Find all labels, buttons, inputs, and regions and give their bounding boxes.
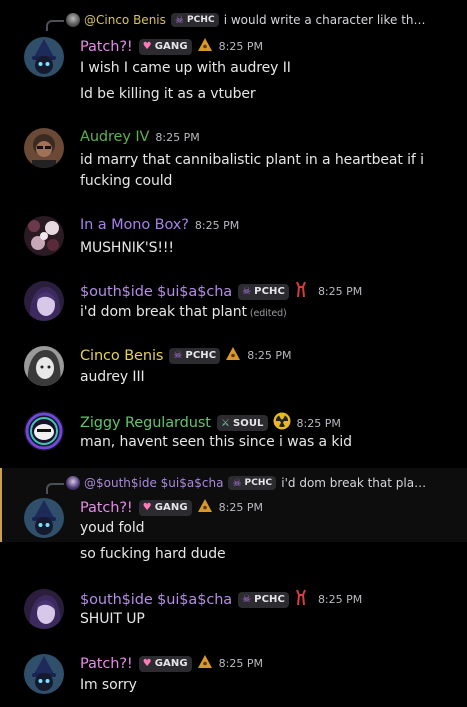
triangle-eye-icon [197, 654, 213, 673]
reply-avatar [66, 476, 80, 490]
avatar-south[interactable] [24, 589, 64, 629]
reply-author[interactable]: @$outh$ide $ui$a$cha [84, 476, 223, 490]
role-tag: ☠ PCHC [169, 347, 221, 364]
role-tag: ♥ GANG [138, 499, 192, 516]
reply-avatar [66, 13, 80, 27]
timestamp: 8:25 PM [218, 657, 263, 670]
avatar-patch[interactable] [24, 498, 64, 538]
avatar-south[interactable] [24, 281, 64, 321]
message-text: SHUIT UP [80, 611, 145, 627]
sword-icon: ⚔ [220, 417, 230, 429]
timestamp: 8:25 PM [317, 593, 363, 606]
message-text: so fucking hard dude [80, 546, 226, 562]
message-text: I wish I came up with audrey II [80, 60, 291, 76]
message-text: Im sorry [80, 677, 137, 693]
author-name[interactable]: Patch?! [80, 500, 133, 516]
timestamp: 8:25 PM [317, 285, 363, 298]
author-name[interactable]: $outh$ide $ui$a$cha [80, 284, 232, 300]
radioactive-icon [273, 412, 291, 434]
skull-icon: ☠ [242, 286, 252, 297]
skull-icon: ☠ [174, 14, 184, 26]
role-tag: ♥ GANG [138, 38, 192, 55]
role-tag: ☠ PCHC [238, 283, 289, 300]
heart-icon: ♥ [142, 41, 152, 52]
message-text: audrey III [80, 369, 145, 385]
avatar-patch[interactable] [24, 654, 64, 694]
triangle-eye-icon [197, 37, 213, 56]
message-text: fucking could [80, 173, 173, 189]
timestamp: 8:25 PM [296, 416, 341, 430]
timestamp: 8:25 PM [247, 349, 292, 362]
reply-spine [46, 483, 64, 494]
timestamp: 8:25 PM [218, 40, 263, 53]
role-tag: ⚔ SOUL [216, 415, 268, 431]
edited-label: (edited) [249, 308, 287, 319]
reply-text: i would write a character like th… [223, 13, 426, 27]
author-name[interactable]: Patch?! [80, 656, 133, 672]
author-name[interactable]: In a Mono Box? [80, 217, 189, 233]
timestamp: 8:25 PM [218, 501, 263, 514]
role-tag: ♥ GANG [138, 655, 192, 672]
reply-role-tag: ☠ PCHC [228, 476, 277, 490]
avatar-mono[interactable] [24, 216, 64, 256]
reply-preview[interactable]: @$outh$ide $ui$a$cha ☠ PCHC i'd dom break… [66, 476, 426, 490]
author-name[interactable]: $outh$ide $ui$a$cha [80, 592, 232, 608]
reply-preview[interactable]: @Cinco Benis ☠ PCHC i would write a chara… [66, 13, 426, 27]
red-fork-icon [294, 281, 308, 302]
message-text: Id be killing it as a vtuber [80, 86, 256, 102]
heart-icon: ♥ [142, 658, 152, 669]
triangle-eye-icon [225, 346, 241, 365]
skull-icon: ☠ [173, 350, 183, 361]
author-name[interactable]: Audrey IV [80, 129, 149, 145]
message-text: MUSHNIK'S!!! [80, 240, 174, 256]
skull-icon: ☠ [242, 594, 252, 605]
triangle-eye-icon [197, 498, 213, 517]
message-text: i'd dom break that plant (edited) [80, 304, 287, 320]
reply-spine [46, 20, 64, 31]
timestamp: 8:25 PM [194, 218, 240, 232]
avatar-ziggy[interactable] [24, 411, 64, 451]
mention-highlight-bar [0, 468, 2, 542]
red-fork-icon [294, 589, 308, 610]
avatar-audrey[interactable] [24, 128, 64, 168]
heart-icon: ♥ [142, 502, 152, 513]
message-text: man, havent seen this since i was a kid [80, 434, 352, 450]
reply-author[interactable]: @Cinco Benis [84, 13, 166, 27]
skull-icon: ☠ [232, 477, 242, 489]
avatar-patch[interactable] [24, 37, 64, 77]
reply-text: i'd dom break that pla… [281, 476, 427, 490]
timestamp: 8:25 PM [155, 130, 200, 144]
author-name[interactable]: Ziggy Regulardust [80, 415, 211, 431]
message-text: youd fold [80, 520, 145, 536]
message-text: id marry that cannibalistic plant in a h… [80, 152, 424, 168]
author-name[interactable]: Cinco Benis [80, 348, 163, 364]
author-name[interactable]: Patch?! [80, 39, 133, 55]
reply-role-tag: ☠ PCHC [170, 13, 219, 27]
role-tag: ☠ PCHC [238, 591, 289, 608]
avatar-cinco[interactable] [24, 346, 64, 386]
